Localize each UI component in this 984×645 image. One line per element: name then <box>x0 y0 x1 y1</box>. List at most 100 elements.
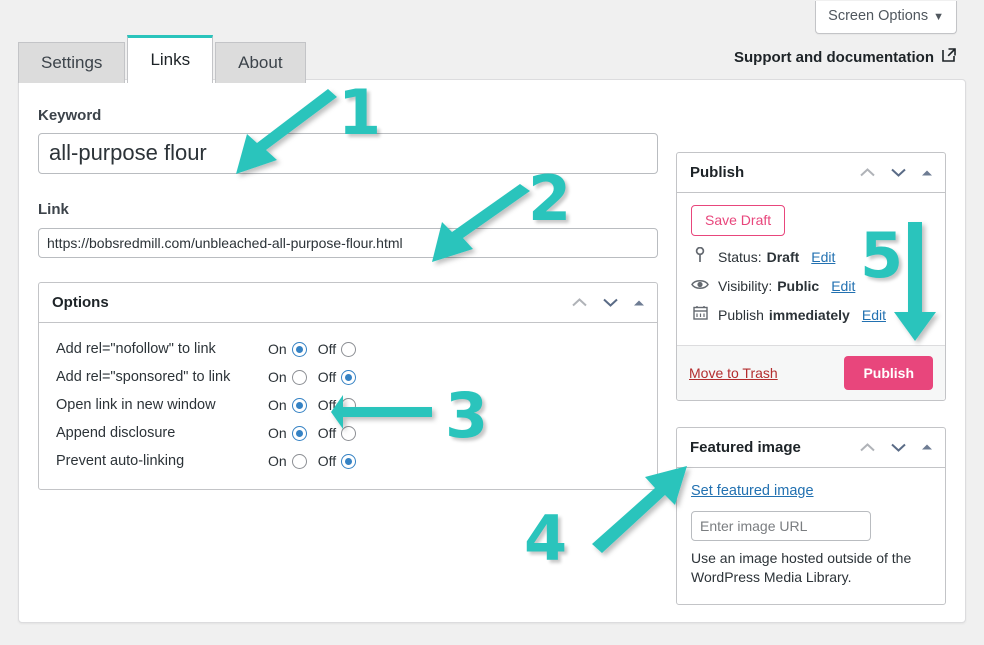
option-label: Open link in new window <box>56 397 216 413</box>
publish-metabox-footer: Move to Trash Publish <box>677 344 945 400</box>
sponsored-off[interactable]: Off <box>317 369 357 385</box>
option-row-nofollow: Add rel="nofollow" to link On Off <box>56 335 644 363</box>
annotation-number-2: 2 <box>528 162 572 235</box>
metabox-controls <box>859 166 933 179</box>
radio-off[interactable] <box>341 453 357 469</box>
triangle-up-icon[interactable] <box>921 168 933 178</box>
chevron-down-icon: ▼ <box>933 11 944 23</box>
publish-schedule-row: Publish immediately Edit <box>691 305 932 324</box>
auto-linking-off[interactable]: Off <box>317 453 357 469</box>
off-label: Off <box>317 369 337 385</box>
options-metabox: Options Add rel="nofollow" to link On Of… <box>38 282 658 490</box>
triangle-up-icon[interactable] <box>921 442 933 452</box>
chevron-down-icon[interactable] <box>890 441 907 454</box>
tab-bar: Settings Links About <box>18 34 306 84</box>
eye-icon <box>691 277 709 295</box>
radio-off[interactable] <box>341 341 357 357</box>
support-link-label: Support and documentation <box>734 48 934 66</box>
on-label: On <box>268 397 287 413</box>
auto-linking-on[interactable]: On <box>268 453 307 469</box>
option-row-disclosure: Append disclosure On Off <box>56 419 644 447</box>
chevron-down-icon[interactable] <box>602 296 619 309</box>
on-label: On <box>268 453 287 469</box>
radio-off[interactable] <box>341 425 357 441</box>
save-draft-button[interactable]: Save Draft <box>691 205 786 236</box>
radio-off[interactable] <box>341 397 357 413</box>
new-window-on[interactable]: On <box>268 397 307 413</box>
schedule-prefix: Publish <box>718 306 764 323</box>
screen-options-button[interactable]: Screen Options ▼ <box>815 1 957 35</box>
screen-options-label: Screen Options <box>828 8 929 24</box>
publish-button[interactable]: Publish <box>844 355 933 390</box>
nofollow-off[interactable]: Off <box>317 341 357 357</box>
status-value: Draft <box>766 249 800 265</box>
option-label: Add rel="nofollow" to link <box>56 341 216 357</box>
schedule-value: immediately <box>768 306 850 323</box>
annotation-number-1: 1 <box>338 76 382 149</box>
annotation-number-4: 4 <box>524 502 568 575</box>
visibility-prefix: Visibility: <box>718 278 773 295</box>
set-featured-image-link[interactable]: Set featured image <box>691 483 814 499</box>
metabox-controls <box>859 441 933 454</box>
calendar-icon <box>691 305 709 324</box>
featured-image-metabox-header: Featured image <box>677 428 945 468</box>
publish-metabox: Publish Save Draft Status: Draft Edit Vi… <box>676 152 946 401</box>
featured-image-url-input[interactable] <box>691 510 871 541</box>
featured-image-help-text: Use an image hosted outside of the WordP… <box>691 549 912 586</box>
options-metabox-title: Options <box>52 294 109 311</box>
chevron-up-icon[interactable] <box>859 441 876 454</box>
option-label: Append disclosure <box>56 425 176 441</box>
radio-on[interactable] <box>291 341 307 357</box>
external-link-icon <box>941 47 957 67</box>
disclosure-on[interactable]: On <box>268 425 307 441</box>
options-metabox-body: Add rel="nofollow" to link On Off Add re… <box>39 323 657 489</box>
option-row-auto-linking: Prevent auto-linking On Off <box>56 447 644 475</box>
nofollow-radios: On Off <box>268 341 357 357</box>
off-label: Off <box>317 341 337 357</box>
radio-on[interactable] <box>291 425 307 441</box>
radio-on[interactable] <box>291 453 307 469</box>
status-prefix: Status: <box>718 249 762 265</box>
option-label: Prevent auto-linking <box>56 453 185 469</box>
radio-off[interactable] <box>341 369 357 385</box>
support-and-documentation-link[interactable]: Support and documentation <box>734 47 957 67</box>
tab-links[interactable]: Links <box>127 35 214 84</box>
on-label: On <box>268 369 287 385</box>
on-label: On <box>268 425 287 441</box>
metabox-controls <box>571 296 645 309</box>
sidebar-column: Publish Save Draft Status: Draft Edit Vi… <box>676 152 946 606</box>
disclosure-radios: On Off <box>268 425 357 441</box>
tab-about[interactable]: About <box>215 42 306 84</box>
edit-schedule-link[interactable]: Edit <box>862 306 886 324</box>
publish-metabox-header: Publish <box>677 153 945 193</box>
visibility-value: Public <box>777 278 820 295</box>
chevron-up-icon[interactable] <box>859 166 876 179</box>
auto-linking-radios: On Off <box>268 453 357 469</box>
nofollow-on[interactable]: On <box>268 341 307 357</box>
chevron-up-icon[interactable] <box>571 296 588 309</box>
links-panel: Keyword Link Options <box>18 79 966 623</box>
option-row-new-window: Open link in new window On Off <box>56 391 644 419</box>
publish-metabox-body: Save Draft Status: Draft Edit Visibility… <box>677 193 945 345</box>
featured-image-metabox-title: Featured image <box>690 438 801 456</box>
annotation-number-3: 3 <box>445 379 489 452</box>
move-to-trash-link[interactable]: Move to Trash <box>689 365 778 381</box>
sponsored-radios: On Off <box>268 369 357 385</box>
options-metabox-header: Options <box>39 283 657 323</box>
open-link-new-window-radios: On Off <box>268 397 357 413</box>
edit-status-link[interactable]: Edit <box>811 248 835 266</box>
on-label: On <box>268 341 287 357</box>
off-label: Off <box>317 397 337 413</box>
radio-on[interactable] <box>291 397 307 413</box>
sponsored-on[interactable]: On <box>268 369 307 385</box>
edit-visibility-link[interactable]: Edit <box>831 277 855 295</box>
new-window-off[interactable]: Off <box>317 397 357 413</box>
triangle-up-icon[interactable] <box>633 298 645 308</box>
featured-image-metabox: Featured image Set featured image Use <box>676 426 946 606</box>
off-label: Off <box>317 453 337 469</box>
map-pin-icon <box>691 246 709 267</box>
radio-on[interactable] <box>291 369 307 385</box>
chevron-down-icon[interactable] <box>890 166 907 179</box>
tab-settings[interactable]: Settings <box>18 42 126 84</box>
disclosure-off[interactable]: Off <box>318 425 357 441</box>
